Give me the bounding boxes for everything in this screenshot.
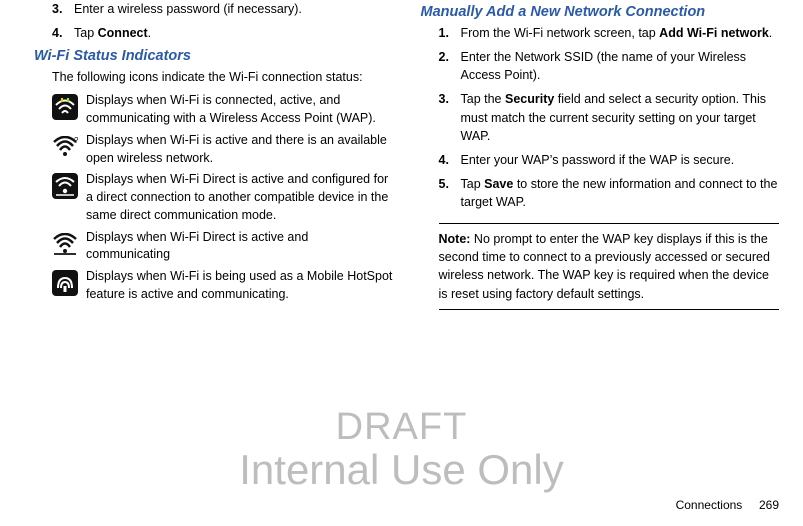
svg-text:?: ? — [74, 136, 78, 145]
step-4: 4. Enter your WAP’s password if the WAP … — [421, 151, 780, 169]
footer-page: 269 — [759, 498, 779, 512]
step-suffix: . — [769, 26, 772, 40]
indicator-row: Displays when Wi-Fi is connected, active… — [34, 92, 393, 128]
step-4: 4. Tap Connect. — [34, 24, 393, 42]
indicator-text: Displays when Wi-Fi is active and there … — [86, 132, 393, 168]
indicator-row: Displays when Wi-Fi Direct is active and… — [34, 229, 393, 265]
step-text: Enter your WAP’s password if the WAP is … — [461, 151, 780, 169]
footer-section: Connections — [676, 498, 743, 512]
heading-wifi-status: Wi-Fi Status Indicators — [34, 48, 393, 64]
watermark-line2: Internal Use Only — [0, 448, 803, 492]
indicator-text: Displays when Wi-Fi is being used as a M… — [86, 268, 393, 304]
wifi-connected-icon — [52, 94, 78, 120]
wifi-open-network-icon: ? — [52, 134, 78, 160]
step-bold: Security — [505, 92, 554, 106]
step-3: 3. Enter a wireless password (if necessa… — [34, 0, 393, 18]
wifi-hotspot-icon — [52, 270, 78, 296]
step-5: 5. Tap Save to store the new information… — [421, 175, 780, 211]
step-number: 5. — [439, 175, 461, 211]
note-label: Note: — [439, 232, 471, 246]
heading-manual-add: Manually Add a New Network Connection — [421, 4, 780, 20]
step-text: Tap the Security field and select a secu… — [461, 90, 780, 144]
step-prefix: From the Wi-Fi network screen, tap — [461, 26, 660, 40]
step-prefix: Tap — [461, 177, 485, 191]
step-3: 3. Tap the Security field and select a s… — [421, 90, 780, 144]
step-2: 2. Enter the Network SSID (the name of y… — [421, 48, 780, 84]
step-bold: Save — [484, 177, 513, 191]
footer: Connections 269 — [676, 498, 779, 512]
left-column: 3. Enter a wireless password (if necessa… — [34, 0, 393, 310]
step-number: 4. — [52, 24, 74, 42]
step-bold: Add Wi-Fi network — [659, 26, 769, 40]
indicator-text: Displays when Wi-Fi Direct is active and… — [86, 229, 393, 265]
indicator-text: Displays when Wi-Fi Direct is active and… — [86, 171, 393, 224]
watermark-line1: DRAFT — [0, 408, 803, 448]
right-column: Manually Add a New Network Connection 1.… — [421, 0, 780, 310]
wifi-direct-configured-icon — [52, 173, 78, 199]
step-suffix: . — [148, 26, 151, 40]
step-number: 3. — [439, 90, 461, 144]
indicator-row: Displays when Wi-Fi Direct is active and… — [34, 171, 393, 224]
step-text: Tap Save to store the new information an… — [461, 175, 780, 211]
step-text: Enter a wireless password (if necessary)… — [74, 0, 393, 18]
indicator-row: Displays when Wi-Fi is being used as a M… — [34, 268, 393, 304]
step-text: Enter the Network SSID (the name of your… — [461, 48, 780, 84]
step-text: Tap Connect. — [74, 24, 393, 42]
intro-text: The following icons indicate the Wi-Fi c… — [34, 68, 393, 86]
step-prefix: Tap the — [461, 92, 505, 106]
step-number: 1. — [439, 24, 461, 42]
note-body: No prompt to enter the WAP key displays … — [439, 232, 770, 300]
note-block: Note: No prompt to enter the WAP key dis… — [439, 223, 780, 310]
wifi-direct-communicating-icon — [52, 231, 78, 257]
indicator-row: ? Displays when Wi-Fi is active and ther… — [34, 132, 393, 168]
step-text: From the Wi-Fi network screen, tap Add W… — [461, 24, 780, 42]
step-number: 3. — [52, 0, 74, 18]
step-number: 2. — [439, 48, 461, 84]
step-prefix: Tap — [74, 26, 98, 40]
indicator-text: Displays when Wi-Fi is connected, active… — [86, 92, 393, 128]
step-number: 4. — [439, 151, 461, 169]
step-1: 1. From the Wi-Fi network screen, tap Ad… — [421, 24, 780, 42]
watermark: DRAFT Internal Use Only — [0, 408, 803, 492]
step-bold: Connect — [98, 26, 148, 40]
